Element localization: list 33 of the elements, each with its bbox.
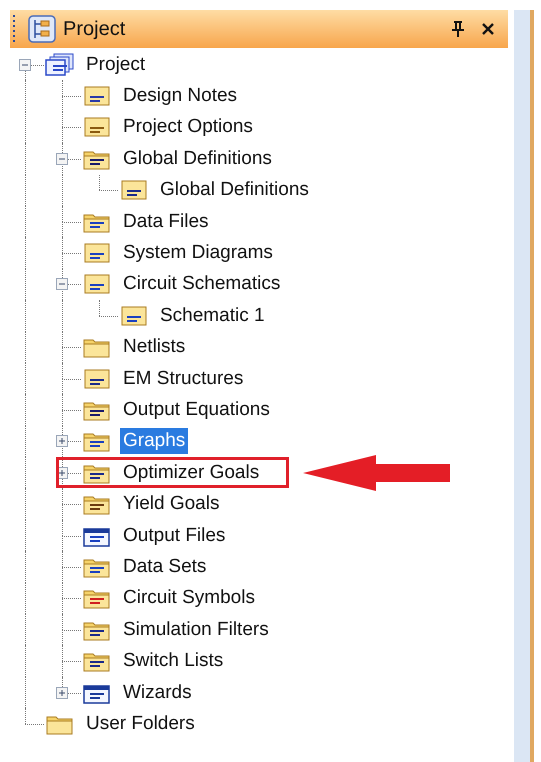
collapse-icon[interactable] xyxy=(56,278,68,290)
collapse-icon[interactable] xyxy=(19,58,31,71)
tree-item[interactable]: Yield Goals xyxy=(120,491,222,518)
tree-item[interactable]: System Diagrams xyxy=(120,240,276,266)
tree-item[interactable]: Global Definitions xyxy=(120,146,275,172)
tree-item[interactable]: Netlists xyxy=(120,334,188,360)
project-icon xyxy=(45,52,75,77)
project-tree-icon xyxy=(28,15,56,43)
tree-item[interactable]: Data Files xyxy=(120,208,212,235)
tree-item[interactable]: EM Structures xyxy=(120,366,246,392)
tree-item[interactable]: Project Options xyxy=(120,114,256,140)
tree-item[interactable]: Optimizer Goals xyxy=(120,460,262,486)
grip-icon[interactable] xyxy=(12,14,16,44)
pin-icon[interactable] xyxy=(451,20,465,38)
tree-item[interactable]: Output Equations xyxy=(120,396,273,423)
tree-item[interactable]: Wizards xyxy=(120,680,195,706)
tree-item[interactable]: Output Files xyxy=(120,522,228,549)
expand-icon[interactable] xyxy=(56,686,68,698)
tree-item[interactable]: Circuit Schematics xyxy=(120,271,284,298)
tree-item[interactable]: Data Sets xyxy=(120,554,210,580)
close-icon[interactable] xyxy=(481,22,495,36)
tree-item[interactable]: Switch Lists xyxy=(120,648,226,674)
expand-icon[interactable] xyxy=(56,435,68,448)
tree-item[interactable]: Circuit Symbols xyxy=(120,585,258,612)
tree-item[interactable]: Design Notes xyxy=(120,83,240,110)
panel-title: Project xyxy=(63,18,126,40)
tree-item[interactable]: Schematic 1 xyxy=(157,302,268,329)
tree-item[interactable]: Project xyxy=(83,52,148,78)
tree-item[interactable]: Simulation Filters xyxy=(120,616,272,643)
collapse-icon[interactable] xyxy=(56,152,68,165)
tree-item[interactable]: Global Definitions xyxy=(157,177,312,204)
tree-item[interactable]: Graphs xyxy=(120,428,188,454)
tree-item[interactable]: User Folders xyxy=(83,710,198,737)
